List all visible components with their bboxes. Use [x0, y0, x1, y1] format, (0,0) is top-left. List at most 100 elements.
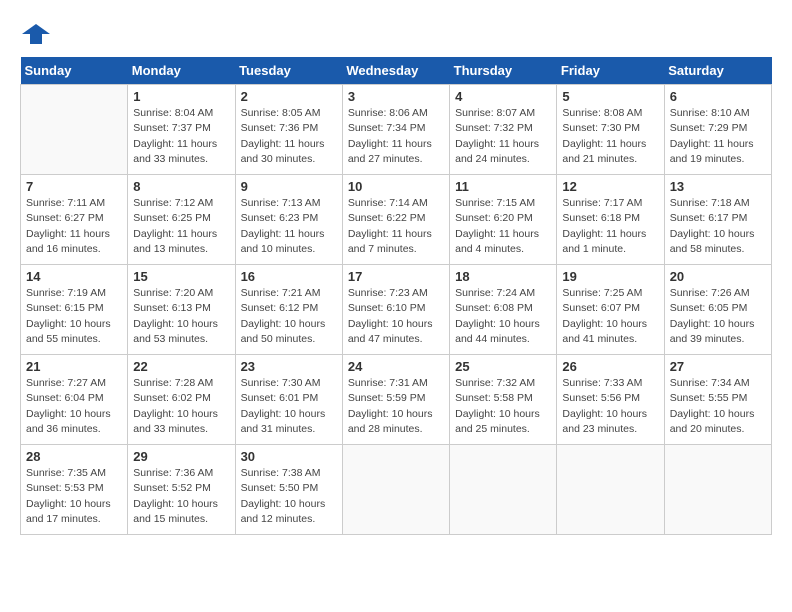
day-info: Sunrise: 7:12 AM Sunset: 6:25 PM Dayligh… — [133, 196, 229, 257]
day-info: Sunrise: 7:17 AM Sunset: 6:18 PM Dayligh… — [562, 196, 658, 257]
day-number: 22 — [133, 359, 229, 374]
calendar-cell: 5 Sunrise: 8:08 AM Sunset: 7:30 PM Daylig… — [557, 85, 664, 175]
day-number: 28 — [26, 449, 122, 464]
day-number: 9 — [241, 179, 337, 194]
calendar-cell: 8 Sunrise: 7:12 AM Sunset: 6:25 PM Daylig… — [128, 175, 235, 265]
calendar-cell: 4Sunrise: 8:07 AM Sunset: 7:32 PM Daylig… — [450, 85, 557, 175]
weekday-header-saturday: Saturday — [664, 57, 771, 85]
weekday-header-row: SundayMondayTuesdayWednesdayThursdayFrid… — [21, 57, 772, 85]
day-info: Sunrise: 7:19 AM Sunset: 6:15 PM Dayligh… — [26, 286, 122, 347]
calendar-week-2: 7 Sunrise: 7:11 AM Sunset: 6:27 PM Daylig… — [21, 175, 772, 265]
calendar-cell: 28 Sunrise: 7:35 AM Sunset: 5:53 PM Dayli… — [21, 445, 128, 535]
calendar-cell: 20Sunrise: 7:26 AM Sunset: 6:05 PM Dayli… — [664, 265, 771, 355]
day-info: Sunrise: 7:36 AM Sunset: 5:52 PM Dayligh… — [133, 466, 229, 527]
day-info: Sunrise: 7:23 AM Sunset: 6:10 PM Dayligh… — [348, 286, 444, 347]
calendar-cell: 10 Sunrise: 7:14 AM Sunset: 6:22 PM Dayli… — [342, 175, 449, 265]
day-info: Sunrise: 7:27 AM Sunset: 6:04 PM Dayligh… — [26, 376, 122, 437]
weekday-header-tuesday: Tuesday — [235, 57, 342, 85]
calendar-cell: 12 Sunrise: 7:17 AM Sunset: 6:18 PM Dayli… — [557, 175, 664, 265]
weekday-header-monday: Monday — [128, 57, 235, 85]
calendar-cell — [21, 85, 128, 175]
day-number: 19 — [562, 269, 658, 284]
calendar-cell: 18Sunrise: 7:24 AM Sunset: 6:08 PM Dayli… — [450, 265, 557, 355]
day-number: 26 — [562, 359, 658, 374]
day-info: Sunrise: 7:24 AM Sunset: 6:08 PM Dayligh… — [455, 286, 551, 347]
day-number: 3 — [348, 89, 444, 104]
day-number: 1 — [133, 89, 229, 104]
calendar-cell: 1 Sunrise: 8:04 AM Sunset: 7:37 PM Daylig… — [128, 85, 235, 175]
page-header — [20, 20, 772, 47]
day-info: Sunrise: 7:30 AM Sunset: 6:01 PM Dayligh… — [241, 376, 337, 437]
calendar-cell: 9 Sunrise: 7:13 AM Sunset: 6:23 PM Daylig… — [235, 175, 342, 265]
day-info: Sunrise: 8:08 AM Sunset: 7:30 PM Dayligh… — [562, 106, 658, 167]
day-info: Sunrise: 8:06 AM Sunset: 7:34 PM Dayligh… — [348, 106, 444, 167]
day-info: Sunrise: 7:35 AM Sunset: 5:53 PM Dayligh… — [26, 466, 122, 527]
calendar-cell: 27Sunrise: 7:34 AM Sunset: 5:55 PM Dayli… — [664, 355, 771, 445]
calendar-cell — [557, 445, 664, 535]
day-number: 27 — [670, 359, 766, 374]
day-number: 6 — [670, 89, 766, 104]
calendar-cell: 13 Sunrise: 7:18 AM Sunset: 6:17 PM Dayli… — [664, 175, 771, 265]
day-number: 10 — [348, 179, 444, 194]
day-number: 8 — [133, 179, 229, 194]
day-number: 25 — [455, 359, 551, 374]
day-info: Sunrise: 8:10 AM Sunset: 7:29 PM Dayligh… — [670, 106, 766, 167]
calendar-week-1: 1 Sunrise: 8:04 AM Sunset: 7:37 PM Daylig… — [21, 85, 772, 175]
day-info: Sunrise: 8:05 AM Sunset: 7:36 PM Dayligh… — [241, 106, 337, 167]
day-number: 14 — [26, 269, 122, 284]
day-number: 13 — [670, 179, 766, 194]
calendar-cell: 17 Sunrise: 7:23 AM Sunset: 6:10 PM Dayli… — [342, 265, 449, 355]
weekday-header-thursday: Thursday — [450, 57, 557, 85]
calendar-cell — [664, 445, 771, 535]
day-info: Sunrise: 7:20 AM Sunset: 6:13 PM Dayligh… — [133, 286, 229, 347]
day-number: 16 — [241, 269, 337, 284]
calendar-cell: 26Sunrise: 7:33 AM Sunset: 5:56 PM Dayli… — [557, 355, 664, 445]
day-number: 7 — [26, 179, 122, 194]
calendar-cell: 23 Sunrise: 7:30 AM Sunset: 6:01 PM Dayli… — [235, 355, 342, 445]
calendar-cell: 11Sunrise: 7:15 AM Sunset: 6:20 PM Dayli… — [450, 175, 557, 265]
calendar-week-4: 21Sunrise: 7:27 AM Sunset: 6:04 PM Dayli… — [21, 355, 772, 445]
day-number: 5 — [562, 89, 658, 104]
day-info: Sunrise: 8:04 AM Sunset: 7:37 PM Dayligh… — [133, 106, 229, 167]
day-number: 4 — [455, 89, 551, 104]
calendar-cell: 29 Sunrise: 7:36 AM Sunset: 5:52 PM Dayli… — [128, 445, 235, 535]
day-number: 23 — [241, 359, 337, 374]
day-number: 30 — [241, 449, 337, 464]
calendar-cell: 30 Sunrise: 7:38 AM Sunset: 5:50 PM Dayli… — [235, 445, 342, 535]
day-info: Sunrise: 7:14 AM Sunset: 6:22 PM Dayligh… — [348, 196, 444, 257]
calendar-cell — [342, 445, 449, 535]
weekday-header-friday: Friday — [557, 57, 664, 85]
calendar-cell: 19 Sunrise: 7:25 AM Sunset: 6:07 PM Dayli… — [557, 265, 664, 355]
day-info: Sunrise: 7:21 AM Sunset: 6:12 PM Dayligh… — [241, 286, 337, 347]
day-number: 11 — [455, 179, 551, 194]
weekday-header-sunday: Sunday — [21, 57, 128, 85]
calendar-cell: 21Sunrise: 7:27 AM Sunset: 6:04 PM Dayli… — [21, 355, 128, 445]
logo — [20, 20, 50, 47]
weekday-header-wednesday: Wednesday — [342, 57, 449, 85]
day-number: 17 — [348, 269, 444, 284]
day-info: Sunrise: 7:25 AM Sunset: 6:07 PM Dayligh… — [562, 286, 658, 347]
day-info: Sunrise: 7:28 AM Sunset: 6:02 PM Dayligh… — [133, 376, 229, 437]
day-info: Sunrise: 7:13 AM Sunset: 6:23 PM Dayligh… — [241, 196, 337, 257]
day-number: 29 — [133, 449, 229, 464]
calendar-cell: 2Sunrise: 8:05 AM Sunset: 7:36 PM Daylig… — [235, 85, 342, 175]
logo-bird-icon — [22, 20, 50, 48]
day-info: Sunrise: 7:31 AM Sunset: 5:59 PM Dayligh… — [348, 376, 444, 437]
day-number: 20 — [670, 269, 766, 284]
day-info: Sunrise: 7:32 AM Sunset: 5:58 PM Dayligh… — [455, 376, 551, 437]
calendar-cell: 6 Sunrise: 8:10 AM Sunset: 7:29 PM Daylig… — [664, 85, 771, 175]
calendar-week-3: 14 Sunrise: 7:19 AM Sunset: 6:15 PM Dayli… — [21, 265, 772, 355]
calendar-cell — [450, 445, 557, 535]
day-info: Sunrise: 7:18 AM Sunset: 6:17 PM Dayligh… — [670, 196, 766, 257]
calendar-cell: 7 Sunrise: 7:11 AM Sunset: 6:27 PM Daylig… — [21, 175, 128, 265]
day-info: Sunrise: 7:38 AM Sunset: 5:50 PM Dayligh… — [241, 466, 337, 527]
calendar-cell: 24Sunrise: 7:31 AM Sunset: 5:59 PM Dayli… — [342, 355, 449, 445]
day-number: 12 — [562, 179, 658, 194]
calendar-cell: 15 Sunrise: 7:20 AM Sunset: 6:13 PM Dayli… — [128, 265, 235, 355]
calendar-cell: 22 Sunrise: 7:28 AM Sunset: 6:02 PM Dayli… — [128, 355, 235, 445]
calendar-cell: 3 Sunrise: 8:06 AM Sunset: 7:34 PM Daylig… — [342, 85, 449, 175]
day-info: Sunrise: 7:11 AM Sunset: 6:27 PM Dayligh… — [26, 196, 122, 257]
calendar-cell: 16 Sunrise: 7:21 AM Sunset: 6:12 PM Dayli… — [235, 265, 342, 355]
calendar-week-5: 28 Sunrise: 7:35 AM Sunset: 5:53 PM Dayli… — [21, 445, 772, 535]
day-number: 15 — [133, 269, 229, 284]
